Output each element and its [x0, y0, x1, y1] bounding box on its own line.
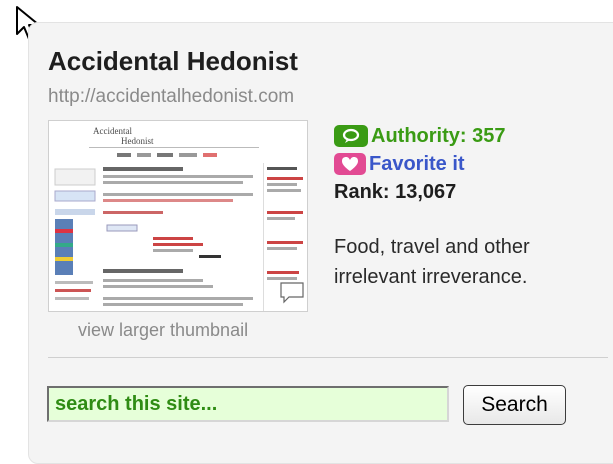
- authority-label: Authority: 357: [371, 124, 506, 147]
- search-input[interactable]: [47, 386, 449, 422]
- heart-icon: [334, 153, 366, 175]
- rank-stat: Rank: 13,067: [334, 178, 505, 206]
- svg-text:Hedonist: Hedonist: [121, 136, 154, 146]
- site-stats: Authority: 357 Favorite it Rank: 13,067: [334, 122, 505, 206]
- thumbnail-image: Accidental Hedonist: [49, 121, 307, 311]
- favorite-link[interactable]: Favorite it: [334, 150, 505, 178]
- site-description: Food, travel and other irrelevant irreve…: [334, 236, 530, 288]
- rank-label: Rank: 13,067: [334, 180, 457, 203]
- search-button[interactable]: Search: [463, 385, 566, 425]
- site-url[interactable]: http://accidentalhedonist.com: [48, 86, 294, 108]
- site-title[interactable]: Accidental Hedonist: [48, 46, 298, 77]
- speech-bubble-icon: [334, 125, 368, 147]
- site-thumbnail[interactable]: Accidental Hedonist: [48, 120, 308, 312]
- view-larger-thumbnail-link[interactable]: view larger thumbnail: [78, 320, 248, 341]
- divider: [48, 357, 608, 358]
- thumbnail-logo-text: Accidental: [93, 126, 132, 136]
- authority-link[interactable]: Authority: 357: [334, 122, 505, 150]
- favorite-label: Favorite it: [369, 152, 465, 175]
